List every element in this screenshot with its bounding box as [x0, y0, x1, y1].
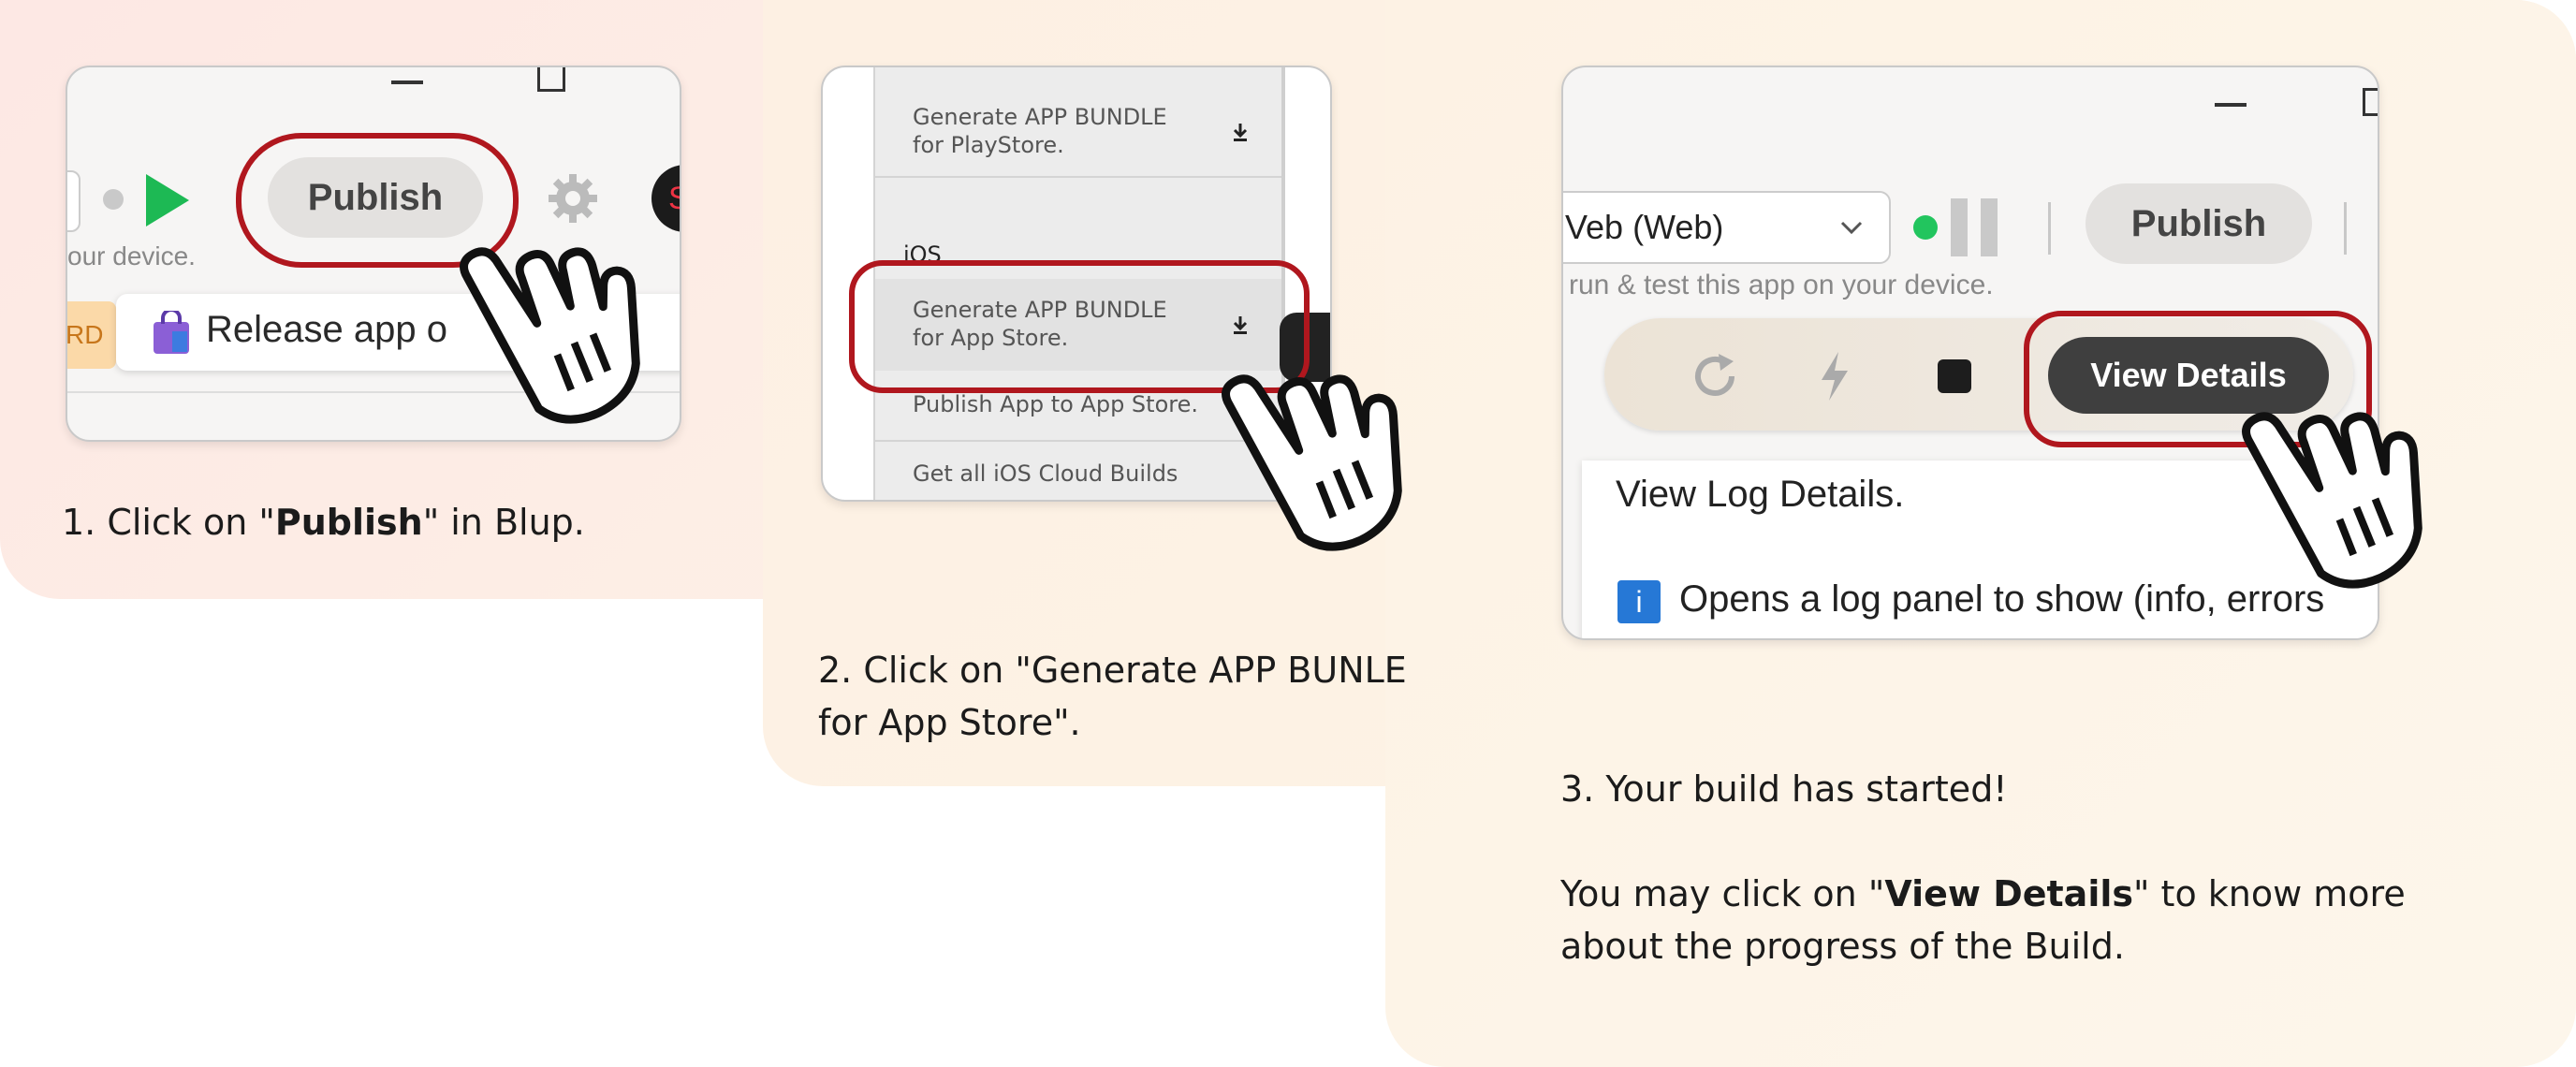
chevron-down-icon — [1840, 221, 1863, 235]
menu-item-playstore-bundle[interactable]: Generate APP BUNDLE for PlayStore. — [875, 77, 1281, 178]
menu-item-label: Get all iOS Cloud Builds — [913, 460, 1178, 487]
divider — [2344, 202, 2347, 255]
device-hint: our device. — [67, 241, 196, 270]
platform-select-value: Veb (Web) — [1565, 208, 1724, 246]
minimize-icon[interactable] — [391, 80, 423, 84]
bolt-icon[interactable] — [1816, 350, 1853, 402]
stop-icon[interactable] — [1938, 359, 1971, 393]
step3-caption: 3. Your build has started! You may click… — [1560, 768, 2406, 967]
menu-item-label: Publish App to App Store. — [913, 391, 1198, 417]
menu-item-sublabel: for PlayStore. — [913, 132, 1064, 158]
shopping-bag-icon — [154, 311, 189, 354]
step1-caption: 1. Click on "Publish" in Blup. — [62, 502, 585, 543]
device-hint: run & test this app on your device. — [1569, 270, 1994, 300]
status-dot — [1913, 215, 1938, 240]
divider — [2048, 202, 2051, 255]
pointing-hand-icon — [1222, 374, 1402, 551]
step2-caption: 2. Click on "Generate APP BUNLE for App … — [818, 650, 1407, 743]
pause-icon[interactable] — [1951, 198, 2003, 256]
info-icon: i — [1617, 580, 1661, 623]
refresh-icon[interactable] — [1689, 350, 1741, 402]
maximize-icon[interactable] — [2363, 88, 2378, 116]
play-icon[interactable] — [144, 172, 191, 228]
menu-item-label: Generate APP BUNDLE — [913, 104, 1167, 130]
publish-button[interactable]: Publish — [2086, 183, 2312, 264]
release-text: Release app o — [206, 309, 447, 350]
download-icon[interactable] — [1231, 122, 1250, 142]
status-dot — [103, 189, 124, 210]
step1-screenshot: Publish S our device. RD Release app o — [66, 66, 681, 442]
platform-select[interactable]: Veb (Web) — [1563, 191, 1891, 264]
pointing-hand-icon — [460, 247, 640, 424]
pointing-hand-icon — [2242, 412, 2422, 589]
maximize-icon[interactable] — [537, 67, 565, 92]
platform-select[interactable] — [67, 170, 80, 232]
release-badge: RD — [67, 301, 116, 369]
minimize-icon[interactable] — [2215, 103, 2247, 107]
tooltip-title: View Log Details. — [1616, 474, 1905, 515]
